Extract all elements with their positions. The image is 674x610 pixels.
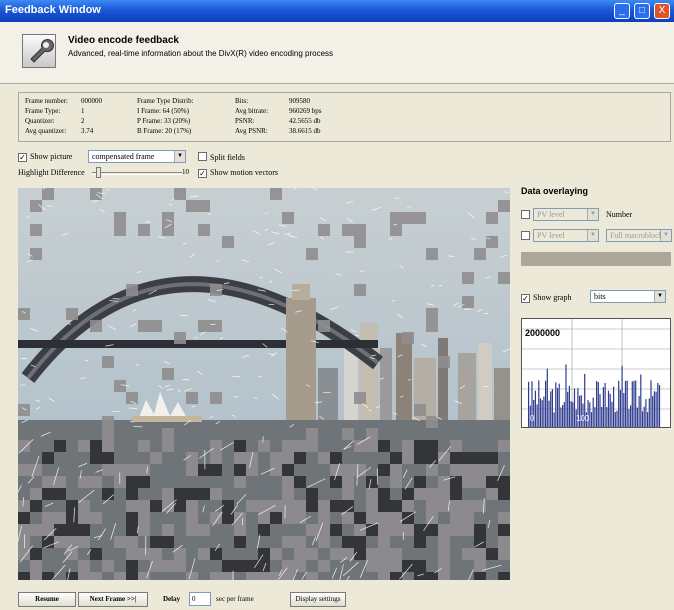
- show-motion-vectors-checkbox[interactable]: ✓ Show motion vectors: [198, 168, 278, 178]
- overlay-number-label: Number: [606, 210, 633, 219]
- bits-graph: 2000000 0 100: [521, 318, 671, 428]
- graph-bottom-left-label: 0: [530, 414, 535, 423]
- wrench-icon: [22, 34, 56, 68]
- resume-button[interactable]: Resume: [18, 592, 76, 607]
- stat-avg-quantizer-label: Avg quantizer:: [25, 127, 67, 135]
- show-picture-checkbox[interactable]: ✓ Show picture: [18, 152, 72, 162]
- stat-psnr-label: PSNR:: [235, 117, 255, 125]
- highlight-difference-label: Highlight Difference: [18, 168, 85, 177]
- stat-psnr-value: 42.5655 db: [289, 117, 321, 125]
- display-settings-button[interactable]: Display settings: [290, 592, 346, 607]
- data-overlaying-title: Data overlaying: [521, 186, 589, 196]
- picture-mode-value: compensated frame: [92, 152, 155, 161]
- checkbox-box[interactable]: [521, 231, 530, 240]
- overlay-row2-select-level[interactable]: PV level ▼: [533, 229, 599, 242]
- stat-b-frame: B Frame: 20 (17%): [137, 127, 192, 135]
- delay-input[interactable]: 0: [189, 592, 211, 606]
- overlay-row2-select1-value: PV level: [537, 231, 565, 240]
- header-panel: Video encode feedback Advanced, real-tim…: [0, 22, 674, 84]
- header-title: Video encode feedback: [68, 35, 179, 46]
- overlay-row2-select2-value: Full macroblock: [610, 231, 663, 240]
- stat-avg-psnr-label: Avg PSNR:: [235, 127, 268, 135]
- graph-metric-select[interactable]: bits ▼: [590, 290, 666, 303]
- chevron-down-icon[interactable]: ▼: [654, 291, 665, 302]
- header-subtitle: Advanced, real-time information about th…: [68, 49, 334, 58]
- checkbox-box[interactable]: ✓: [18, 153, 27, 162]
- overlay-row1-select[interactable]: PV level ▼: [533, 208, 599, 221]
- stat-avg-bitrate-label: Avg bitrate:: [235, 107, 269, 115]
- delay-label: Delay: [163, 595, 181, 603]
- stat-frame-number-value: 000000: [81, 97, 102, 105]
- overlay-row2-checkbox[interactable]: [521, 231, 533, 241]
- video-frame: [18, 188, 510, 580]
- overlay-row1-select-value: PV level: [537, 210, 565, 219]
- graph-bottom-right-label: 100: [576, 414, 590, 423]
- stat-frame-type-value: 1: [81, 107, 85, 115]
- show-graph-label: Show graph: [533, 293, 572, 302]
- chevron-down-icon[interactable]: ▼: [174, 151, 185, 162]
- chevron-down-icon[interactable]: ▼: [587, 209, 598, 220]
- stat-frame-distrib-label: Frame Type Distrib:: [137, 97, 194, 105]
- stat-avg-psnr-value: 38.6615 db: [289, 127, 321, 135]
- picture-mode-select[interactable]: compensated frame ▼: [88, 150, 186, 163]
- graph-top-label: 2000000: [525, 328, 560, 338]
- encode-stats: Frame number: 000000 Frame Type: 1 Quant…: [18, 92, 671, 142]
- stat-i-frame: I Frame: 64 (50%): [137, 107, 189, 115]
- show-graph-checkbox[interactable]: ✓ Show graph: [521, 293, 571, 303]
- chevron-down-icon[interactable]: ▼: [587, 230, 598, 241]
- checkbox-box[interactable]: ✓: [198, 169, 207, 178]
- stat-frame-number-label: Frame number:: [25, 97, 68, 105]
- title-bar: Feedback Window _ □ X: [0, 0, 674, 22]
- chevron-down-icon[interactable]: ▼: [660, 230, 671, 241]
- overlay-row1-checkbox[interactable]: [521, 210, 533, 220]
- stat-quantizer-value: 2: [81, 117, 85, 125]
- stat-quantizer-label: Quantizer:: [25, 117, 55, 125]
- maximize-button[interactable]: □: [634, 3, 650, 19]
- stat-frame-type-label: Frame Type:: [25, 107, 61, 115]
- split-fields-label: Split fields: [210, 153, 245, 162]
- next-frame-button[interactable]: Next Frame >>|: [78, 592, 148, 607]
- checkbox-box[interactable]: [198, 152, 207, 161]
- highlight-difference-value: 10: [182, 168, 189, 176]
- minimize-button[interactable]: _: [614, 3, 630, 19]
- delay-unit: sec per frame: [216, 595, 254, 603]
- stat-bits-label: Bits:: [235, 97, 249, 105]
- highlight-difference-slider[interactable]: [92, 167, 182, 178]
- stat-avg-bitrate-value: 960269 bps: [289, 107, 322, 115]
- close-button[interactable]: X: [654, 3, 670, 19]
- stat-bits-value: 909580: [289, 97, 310, 105]
- slider-thumb[interactable]: [96, 167, 101, 178]
- overlay-row2-select-block[interactable]: Full macroblock ▼: [606, 229, 672, 242]
- checkbox-box[interactable]: [521, 210, 530, 219]
- split-fields-checkbox[interactable]: Split fields: [198, 152, 245, 162]
- stat-p-frame: P Frame: 33 (20%): [137, 117, 191, 125]
- stat-avg-quantizer-value: 3.74: [81, 127, 94, 135]
- overlay-color-bar: [521, 252, 671, 266]
- checkbox-box[interactable]: ✓: [521, 294, 530, 303]
- show-motion-vectors-label: Show motion vectors: [210, 168, 278, 177]
- delay-value: 0: [192, 595, 196, 603]
- video-picture: [18, 188, 510, 580]
- show-picture-label: Show picture: [30, 152, 73, 161]
- graph-metric-value: bits: [594, 292, 606, 301]
- window-title: Feedback Window: [5, 4, 101, 16]
- bits-graph-plot: 2000000 0 100: [522, 319, 670, 427]
